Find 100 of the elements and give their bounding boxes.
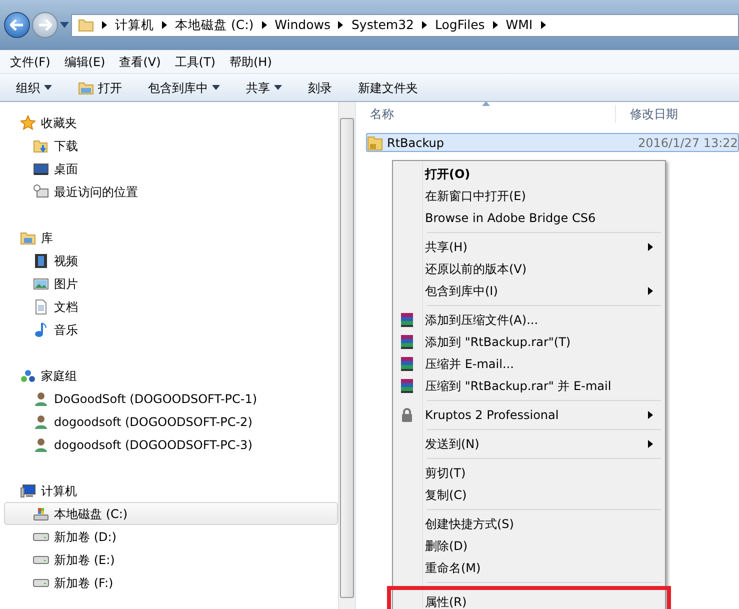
menu-item[interactable]: 创建快捷方式(S) [395,513,663,535]
breadcrumb-item[interactable]: WMI [506,16,533,34]
nav-item[interactable]: dogoodsoft (DOGOODSOFT-PC-3) [4,433,338,456]
nav-group-header[interactable]: 计算机 [4,480,338,502]
system-drive-icon [33,506,49,522]
nav-label: 计算机 [41,483,77,500]
nav-item[interactable]: 视频 [4,249,338,272]
menu-item[interactable]: Kruptos 2 Professional [395,404,663,426]
toolbar-button[interactable]: 包含到库中 [140,76,228,98]
file-row[interactable]: RtBackup 2016/1/27 13:22 [366,133,739,152]
books-stack-icon [399,356,415,372]
books-stack-icon [399,334,415,350]
toolbar-button[interactable]: 组织 [8,76,60,98]
caret-icon [212,85,220,90]
menu-item[interactable]: 属性(R) [387,586,671,609]
toolbar-button[interactable]: 刻录 [300,76,340,98]
chevron-icon [540,21,546,29]
nav-label: 家庭组 [41,368,77,385]
address-bar[interactable]: 计算机 本地磁盘 (C:) Windows System32 LogFiles WMI [71,14,739,36]
scrollbar-thumb[interactable] [340,118,354,598]
menu-item[interactable]: 查看(V) [113,50,167,72]
books-stack-icon [399,312,415,328]
menu-item[interactable]: 帮助(H) [224,50,278,72]
caret-icon [44,85,52,90]
menu-item[interactable]: 在新窗口中打开(E) [395,185,663,207]
menu-item[interactable]: 包含到库中(I) [395,280,663,302]
menu-item[interactable]: 还原以前的版本(V) [395,258,663,280]
breadcrumb-item[interactable]: Windows [274,16,330,34]
nav-label: 收藏夹 [41,115,77,132]
toolbar-button[interactable]: 新建文件夹 [350,76,426,98]
column-header[interactable]: 修改日期 [616,105,678,123]
folder-icon [78,80,94,96]
menu-item[interactable]: 工具(T) [168,50,222,72]
column-header[interactable]: 名称 [356,105,616,123]
toolbar-button[interactable]: 打开 [70,76,130,98]
film-strip-icon [33,252,49,268]
caret-icon [274,85,282,90]
user-silhouette-icon [33,436,49,452]
nav-item[interactable]: 新加卷 (F:) [4,571,338,594]
menu-item[interactable]: 删除(D) [395,535,663,557]
submenu-arrow-icon [648,287,653,295]
menu-item[interactable]: 添加到 "RtBackup.rar"(T) [395,331,663,353]
chevron-icon [102,21,107,29]
sort-arrow-icon [482,101,490,106]
nav-item[interactable]: 桌面 [4,157,338,180]
forward-arrow-icon [38,19,52,31]
breadcrumb-item[interactable]: 计算机 [115,16,154,34]
menu-item[interactable]: 编辑(E) [58,50,112,72]
menu-item[interactable]: 共享(H) [395,236,663,258]
breadcrumb-item[interactable]: LogFiles [435,16,485,34]
menu-item[interactable]: 发送到(N) [395,433,663,455]
nav-item[interactable]: 下载 [4,134,338,157]
chevron-icon [338,21,344,29]
menu-item[interactable]: 压缩并 E-mail... [395,353,663,375]
back-arrow-icon [10,19,24,31]
file-name: RtBackup [386,134,446,152]
books-stack-icon [399,378,415,394]
nav-item[interactable]: DoGoodSoft (DOGOODSOFT-PC-1) [4,387,338,410]
computer-icon [20,483,36,499]
nav-item[interactable]: dogoodsoft (DOGOODSOFT-PC-2) [4,410,338,433]
submenu-arrow-icon [648,440,653,448]
picture-icon [33,276,49,292]
chevron-icon [262,21,267,29]
nav-group-header[interactable]: 收藏夹 [4,112,338,134]
breadcrumb-item[interactable]: System32 [351,16,414,34]
nav-item[interactable]: 图片 [4,272,338,295]
padlock-icon [399,407,415,423]
chevron-icon [162,21,167,29]
nav-group-header[interactable]: 库 [4,227,338,249]
toolbar-button[interactable]: 共享 [238,76,290,98]
menu-item[interactable]: Browse in Adobe Bridge CS6 [395,207,663,229]
nav-item[interactable]: 文档 [4,295,338,318]
chevron-icon [492,21,498,29]
nav-item[interactable]: 最近访问的位置 [4,180,338,203]
menu-item[interactable]: 复制(C) [395,484,663,506]
menu-item[interactable]: 重命名(M) [395,557,663,579]
menu-item[interactable]: 打开(O) [395,163,663,185]
menu-item[interactable]: 添加到压缩文件(A)... [395,309,663,331]
breadcrumb-item[interactable]: 本地磁盘 (C:) [175,16,254,34]
nav-item[interactable]: 新加卷 (D:) [4,525,338,548]
dropdown-arrow-icon [60,22,69,28]
menu-item[interactable]: 压缩到 "RtBackup.rar" 并 E-mail [395,375,663,397]
document-icon [33,298,49,314]
folder-download-icon [33,138,49,154]
menu-item[interactable]: 文件(F) [4,50,56,72]
back-button[interactable] [4,12,30,38]
music-note-icon [33,322,49,338]
monitor-icon [33,160,49,176]
scrollbar[interactable] [338,102,355,609]
submenu-arrow-icon [648,243,653,251]
folder-icon [78,17,94,33]
nav-item[interactable]: 本地磁盘 (C:) [4,502,338,525]
nav-item[interactable]: 新加卷 (E:) [4,548,338,571]
nav-group-header[interactable]: 家庭组 [4,365,338,387]
menu-item[interactable]: 剪切(T) [395,462,663,484]
nav-label: 库 [41,230,53,247]
user-silhouette-icon [33,390,49,406]
star-icon [20,115,36,131]
nav-item[interactable]: 音乐 [4,318,338,341]
user-silhouette-icon [33,414,49,430]
